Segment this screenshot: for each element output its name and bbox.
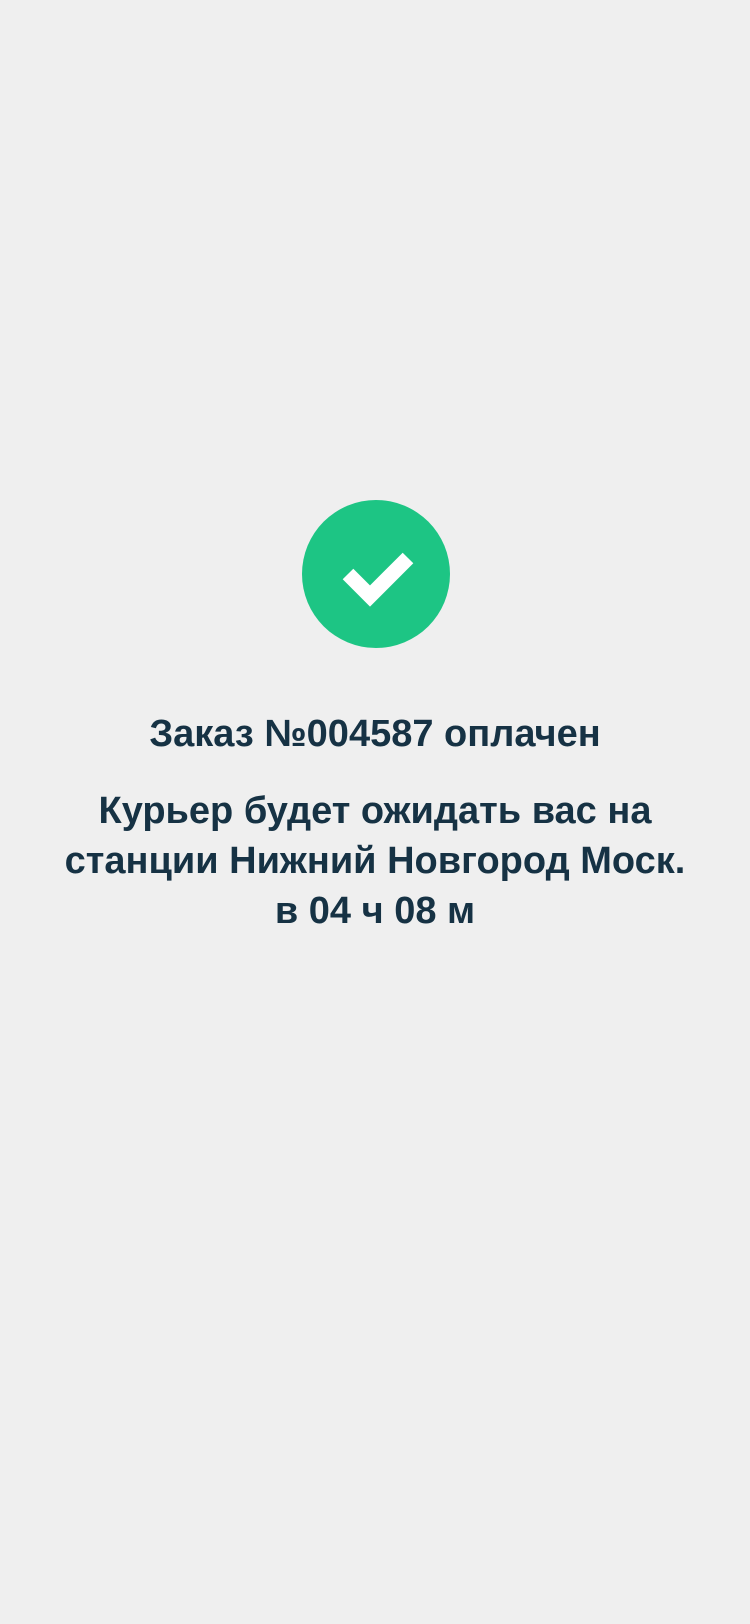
success-check-icon xyxy=(302,500,450,648)
checkmark-icon xyxy=(342,552,414,607)
order-paid-title: Заказ №004587 оплачен xyxy=(149,713,601,755)
courier-message: Курьер будет ожидать вас на станции Нижн… xyxy=(64,790,686,932)
